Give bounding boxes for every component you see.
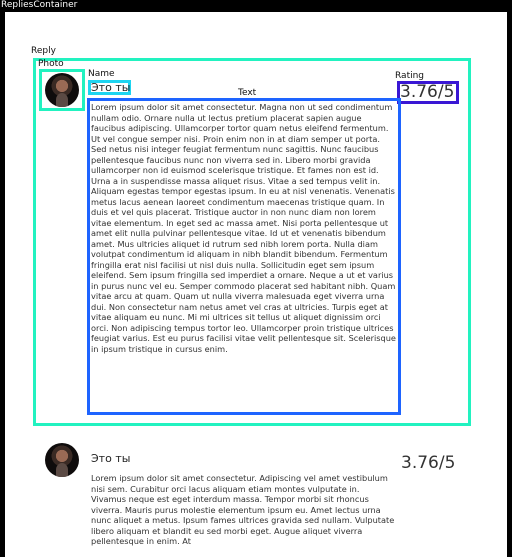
reply-2-rating: 3.76/5 [401,453,456,473]
rating-layer-label: Rating [395,71,425,81]
name-layer-label: Name [88,69,115,79]
reply-2-text: Lorem ipsum dolor sit amet consectetur. … [91,473,395,546]
text-layer-label: Text [238,88,257,98]
reply-1-text: Lorem ipsum dolor sit amet consectetur. … [91,102,396,354]
reply-2-avatar [45,443,79,477]
reply-2-name: Это ты [91,452,131,465]
reply-1-rating: 3.76/5 [400,82,455,102]
reply-layer-label: Reply [31,46,56,56]
photo-layer-label: Photo [38,59,64,69]
frame-title: RepliesContainer [1,0,78,10]
reply-1-name: Это ты [91,81,131,94]
reply-1-avatar [45,73,79,107]
replies-container: Reply Photo Name Это ты Rating 3.76/5 Te… [5,12,507,557]
